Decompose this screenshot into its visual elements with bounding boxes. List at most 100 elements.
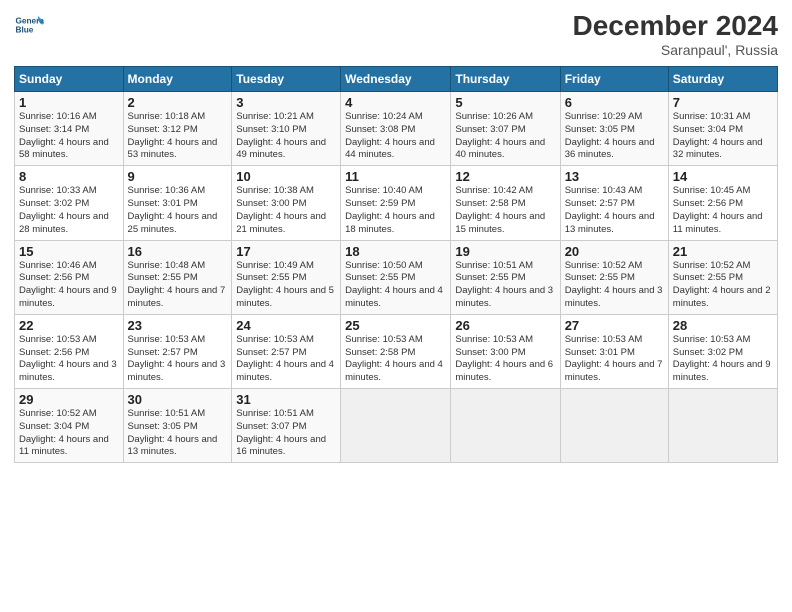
header-sunday: Sunday <box>15 67 124 92</box>
calendar-row: 1Sunrise: 10:16 AM Sunset: 3:14 PM Dayli… <box>15 92 778 166</box>
table-row: 25Sunrise: 10:53 AM Sunset: 2:58 PM Dayl… <box>341 314 451 388</box>
day-info: Sunrise: 10:31 AM Sunset: 3:04 PM Daylig… <box>673 111 773 162</box>
day-info: Sunrise: 10:50 AM Sunset: 2:55 PM Daylig… <box>345 260 446 311</box>
day-number: 18 <box>345 244 446 259</box>
day-number: 24 <box>236 318 336 333</box>
table-row <box>668 389 777 463</box>
day-info: Sunrise: 10:53 AM Sunset: 3:02 PM Daylig… <box>673 334 773 385</box>
table-row <box>560 389 668 463</box>
day-number: 4 <box>345 95 446 110</box>
day-info: Sunrise: 10:43 AM Sunset: 2:57 PM Daylig… <box>565 185 664 236</box>
day-info: Sunrise: 10:33 AM Sunset: 3:02 PM Daylig… <box>19 185 119 236</box>
header-monday: Monday <box>123 67 232 92</box>
day-info: Sunrise: 10:53 AM Sunset: 3:01 PM Daylig… <box>565 334 664 385</box>
table-row: 17Sunrise: 10:49 AM Sunset: 2:55 PM Dayl… <box>232 240 341 314</box>
table-row: 22Sunrise: 10:53 AM Sunset: 2:56 PM Dayl… <box>15 314 124 388</box>
day-info: Sunrise: 10:51 AM Sunset: 3:07 PM Daylig… <box>236 408 336 459</box>
day-info: Sunrise: 10:38 AM Sunset: 3:00 PM Daylig… <box>236 185 336 236</box>
day-info: Sunrise: 10:52 AM Sunset: 2:55 PM Daylig… <box>565 260 664 311</box>
header-saturday: Saturday <box>668 67 777 92</box>
table-row: 26Sunrise: 10:53 AM Sunset: 3:00 PM Dayl… <box>451 314 560 388</box>
day-number: 8 <box>19 169 119 184</box>
table-row: 3Sunrise: 10:21 AM Sunset: 3:10 PM Dayli… <box>232 92 341 166</box>
day-number: 13 <box>565 169 664 184</box>
table-row: 19Sunrise: 10:51 AM Sunset: 2:55 PM Dayl… <box>451 240 560 314</box>
day-number: 5 <box>455 95 555 110</box>
day-info: Sunrise: 10:24 AM Sunset: 3:08 PM Daylig… <box>345 111 446 162</box>
day-number: 16 <box>128 244 228 259</box>
day-number: 20 <box>565 244 664 259</box>
table-row: 8Sunrise: 10:33 AM Sunset: 3:02 PM Dayli… <box>15 166 124 240</box>
day-number: 21 <box>673 244 773 259</box>
day-number: 3 <box>236 95 336 110</box>
table-row: 12Sunrise: 10:42 AM Sunset: 2:58 PM Dayl… <box>451 166 560 240</box>
header-wednesday: Wednesday <box>341 67 451 92</box>
day-number: 9 <box>128 169 228 184</box>
calendar-row: 22Sunrise: 10:53 AM Sunset: 2:56 PM Dayl… <box>15 314 778 388</box>
svg-text:Blue: Blue <box>16 26 34 35</box>
day-number: 26 <box>455 318 555 333</box>
day-number: 1 <box>19 95 119 110</box>
day-number: 11 <box>345 169 446 184</box>
location-title: Saranpaul', Russia <box>573 42 778 58</box>
table-row: 4Sunrise: 10:24 AM Sunset: 3:08 PM Dayli… <box>341 92 451 166</box>
table-row: 24Sunrise: 10:53 AM Sunset: 2:57 PM Dayl… <box>232 314 341 388</box>
day-info: Sunrise: 10:53 AM Sunset: 2:56 PM Daylig… <box>19 334 119 385</box>
header: General Blue December 2024 Saranpaul', R… <box>14 10 778 58</box>
table-row: 1Sunrise: 10:16 AM Sunset: 3:14 PM Dayli… <box>15 92 124 166</box>
day-number: 12 <box>455 169 555 184</box>
day-number: 10 <box>236 169 336 184</box>
day-number: 2 <box>128 95 228 110</box>
table-row <box>341 389 451 463</box>
day-number: 22 <box>19 318 119 333</box>
day-info: Sunrise: 10:18 AM Sunset: 3:12 PM Daylig… <box>128 111 228 162</box>
day-number: 30 <box>128 392 228 407</box>
day-info: Sunrise: 10:53 AM Sunset: 2:58 PM Daylig… <box>345 334 446 385</box>
table-row: 16Sunrise: 10:48 AM Sunset: 2:55 PM Dayl… <box>123 240 232 314</box>
day-info: Sunrise: 10:26 AM Sunset: 3:07 PM Daylig… <box>455 111 555 162</box>
day-number: 28 <box>673 318 773 333</box>
table-row: 5Sunrise: 10:26 AM Sunset: 3:07 PM Dayli… <box>451 92 560 166</box>
header-thursday: Thursday <box>451 67 560 92</box>
table-row: 21Sunrise: 10:52 AM Sunset: 2:55 PM Dayl… <box>668 240 777 314</box>
day-number: 14 <box>673 169 773 184</box>
table-row: 11Sunrise: 10:40 AM Sunset: 2:59 PM Dayl… <box>341 166 451 240</box>
day-info: Sunrise: 10:46 AM Sunset: 2:56 PM Daylig… <box>19 260 119 311</box>
header-tuesday: Tuesday <box>232 67 341 92</box>
day-info: Sunrise: 10:16 AM Sunset: 3:14 PM Daylig… <box>19 111 119 162</box>
day-number: 15 <box>19 244 119 259</box>
table-row: 13Sunrise: 10:43 AM Sunset: 2:57 PM Dayl… <box>560 166 668 240</box>
table-row: 7Sunrise: 10:31 AM Sunset: 3:04 PM Dayli… <box>668 92 777 166</box>
day-info: Sunrise: 10:53 AM Sunset: 3:00 PM Daylig… <box>455 334 555 385</box>
header-friday: Friday <box>560 67 668 92</box>
day-number: 29 <box>19 392 119 407</box>
day-info: Sunrise: 10:48 AM Sunset: 2:55 PM Daylig… <box>128 260 228 311</box>
day-number: 25 <box>345 318 446 333</box>
logo-icon: General Blue <box>14 10 44 40</box>
logo: General Blue <box>14 10 48 40</box>
day-info: Sunrise: 10:49 AM Sunset: 2:55 PM Daylig… <box>236 260 336 311</box>
calendar-table: Sunday Monday Tuesday Wednesday Thursday… <box>14 66 778 463</box>
day-number: 27 <box>565 318 664 333</box>
weekday-header-row: Sunday Monday Tuesday Wednesday Thursday… <box>15 67 778 92</box>
day-info: Sunrise: 10:52 AM Sunset: 3:04 PM Daylig… <box>19 408 119 459</box>
day-number: 6 <box>565 95 664 110</box>
table-row: 18Sunrise: 10:50 AM Sunset: 2:55 PM Dayl… <box>341 240 451 314</box>
table-row: 14Sunrise: 10:45 AM Sunset: 2:56 PM Dayl… <box>668 166 777 240</box>
table-row: 27Sunrise: 10:53 AM Sunset: 3:01 PM Dayl… <box>560 314 668 388</box>
table-row <box>451 389 560 463</box>
day-number: 7 <box>673 95 773 110</box>
day-info: Sunrise: 10:21 AM Sunset: 3:10 PM Daylig… <box>236 111 336 162</box>
table-row: 2Sunrise: 10:18 AM Sunset: 3:12 PM Dayli… <box>123 92 232 166</box>
day-number: 23 <box>128 318 228 333</box>
calendar-row: 29Sunrise: 10:52 AM Sunset: 3:04 PM Dayl… <box>15 389 778 463</box>
month-title: December 2024 <box>573 10 778 42</box>
table-row: 15Sunrise: 10:46 AM Sunset: 2:56 PM Dayl… <box>15 240 124 314</box>
table-row: 6Sunrise: 10:29 AM Sunset: 3:05 PM Dayli… <box>560 92 668 166</box>
day-info: Sunrise: 10:52 AM Sunset: 2:55 PM Daylig… <box>673 260 773 311</box>
table-row: 28Sunrise: 10:53 AM Sunset: 3:02 PM Dayl… <box>668 314 777 388</box>
day-info: Sunrise: 10:51 AM Sunset: 2:55 PM Daylig… <box>455 260 555 311</box>
table-row: 9Sunrise: 10:36 AM Sunset: 3:01 PM Dayli… <box>123 166 232 240</box>
page-container: General Blue December 2024 Saranpaul', R… <box>0 0 792 473</box>
day-info: Sunrise: 10:51 AM Sunset: 3:05 PM Daylig… <box>128 408 228 459</box>
